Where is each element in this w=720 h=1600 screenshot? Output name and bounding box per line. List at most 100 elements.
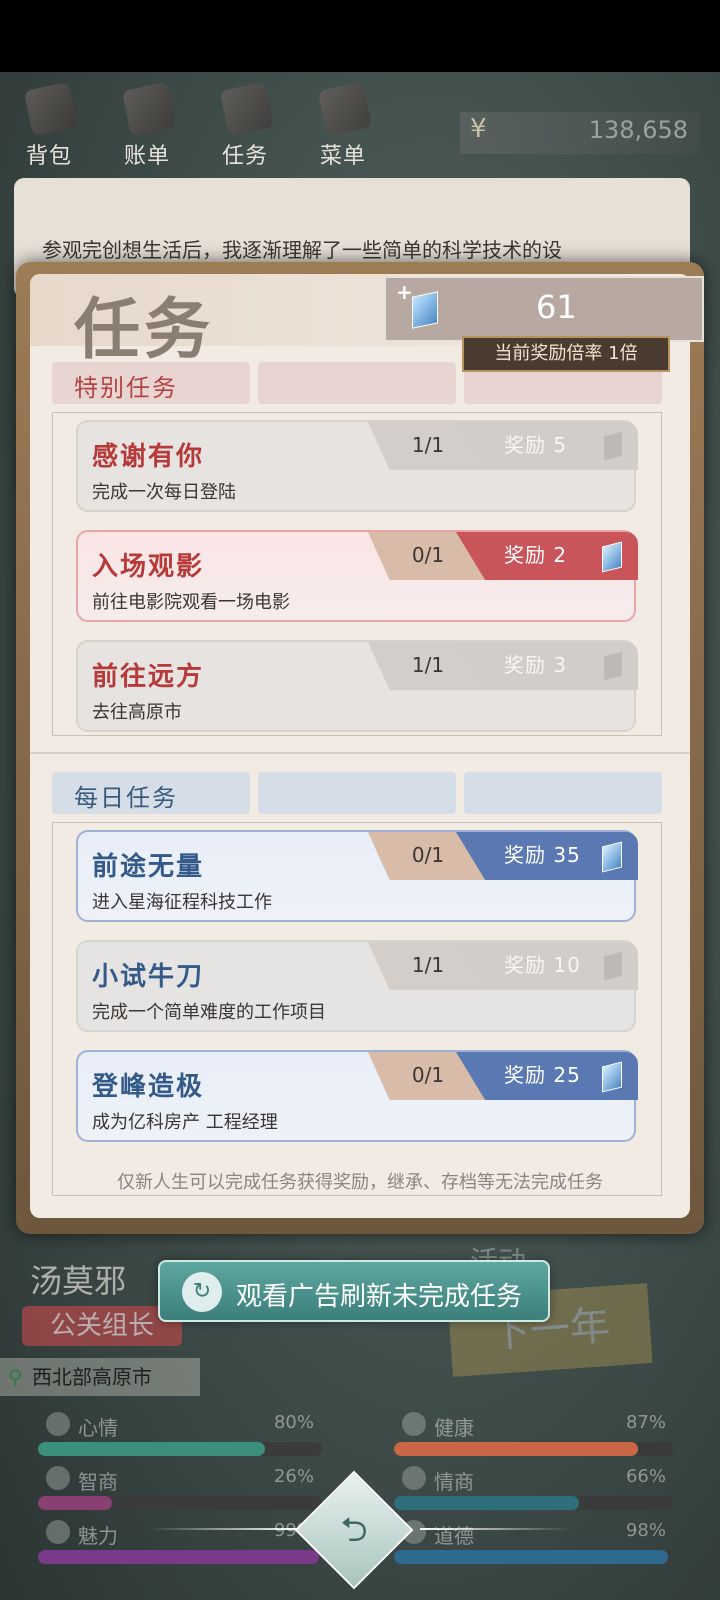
section-tab-blank xyxy=(258,772,456,814)
task-name: 前往远方 xyxy=(92,662,205,692)
reward-multiplier: 当前奖励倍率 1倍 xyxy=(462,336,670,372)
stat-bar xyxy=(394,1442,674,1456)
task-reward[interactable]: 奖励 10 xyxy=(456,942,638,990)
decor-line-left xyxy=(150,1528,300,1530)
gem-icon xyxy=(604,651,622,681)
task-reward[interactable]: 奖励 25 xyxy=(456,1052,638,1100)
task-desc: 完成一次每日登陆 xyxy=(92,482,236,503)
special-section-tab: 特别任务 xyxy=(52,362,250,404)
stat-health: 健康 87% xyxy=(394,1412,674,1460)
money-display: ¥ 138,658 xyxy=(460,112,700,154)
bill-icon xyxy=(121,81,177,137)
nav-backpack[interactable]: 背包 xyxy=(14,78,84,178)
stat-bar xyxy=(394,1550,674,1564)
game-screen: 背包 账单 任务 菜单 ¥ 138,658 参观完创想生活后，我逐渐理解了一些简… xyxy=(0,0,720,1600)
modal-title: 任务 xyxy=(74,291,214,368)
status-bar xyxy=(0,0,720,72)
gem-counter: + 61 xyxy=(384,276,704,342)
section-tab-blank xyxy=(258,362,456,404)
section-divider xyxy=(30,752,690,754)
stat-bar xyxy=(38,1442,322,1456)
task-name: 感谢有你 xyxy=(92,442,205,472)
yen-icon: ¥ xyxy=(470,114,487,144)
location-pin-icon: ⚲ xyxy=(8,1365,23,1389)
task-card-daily-1[interactable]: 前途无量 进入星海征程科技工作 0/1 奖励 35 xyxy=(76,830,638,922)
reward-label: 奖励 10 xyxy=(504,953,581,977)
special-section-label: 特别任务 xyxy=(74,374,178,402)
task-name: 登峰造极 xyxy=(92,1072,205,1102)
ad-button-label: 观看广告刷新未完成任务 xyxy=(236,1282,523,1312)
menu-icon xyxy=(317,81,373,137)
stat-name: 道德 xyxy=(434,1524,474,1548)
character-location: ⚲ 西北部高原市 xyxy=(0,1358,200,1396)
task-reward[interactable]: 奖励 35 xyxy=(456,832,638,880)
task-card-special-2[interactable]: 入场观影 前往电影院观看一场电影 0/1 奖励 2 xyxy=(76,530,638,622)
charm-icon xyxy=(46,1520,70,1544)
nav-menu[interactable]: 菜单 xyxy=(308,78,378,178)
stat-value: 26% xyxy=(273,1466,314,1487)
task-name: 小试牛刀 xyxy=(92,962,205,992)
footer-note: 仅新人生可以完成任务获得奖励，继承、存档等无法完成任务 xyxy=(117,1172,603,1193)
reward-label: 奖励 5 xyxy=(504,433,568,457)
task-name: 前途无量 xyxy=(92,852,205,882)
task-desc: 完成一个简单难度的工作项目 xyxy=(92,1002,326,1023)
reward-label: 奖励 25 xyxy=(504,1063,581,1087)
task-card-special-1[interactable]: 感谢有你 完成一次每日登陆 1/1 奖励 5 xyxy=(76,420,638,512)
nav-bill[interactable]: 账单 xyxy=(112,78,182,178)
backpack-icon xyxy=(23,81,79,137)
nav-task[interactable]: 任务 xyxy=(210,78,280,178)
nav-label: 账单 xyxy=(123,144,170,169)
task-card-special-3[interactable]: 前往远方 去往高原市 1/1 奖励 3 xyxy=(76,640,638,732)
stat-mood: 心情 80% xyxy=(38,1412,322,1460)
stat-bar xyxy=(38,1550,322,1564)
stat-fill xyxy=(38,1550,320,1564)
daily-section-tab: 每日任务 xyxy=(52,772,250,814)
reward-label: 奖励 35 xyxy=(504,843,581,867)
stat-value: 80% xyxy=(273,1412,314,1433)
reward-label: 奖励 3 xyxy=(504,653,568,677)
task-desc: 去往高原市 xyxy=(92,702,182,723)
task-card-daily-2[interactable]: 小试牛刀 完成一个简单难度的工作项目 1/1 奖励 10 xyxy=(76,940,638,1032)
task-icon xyxy=(219,81,275,137)
stat-value: 87% xyxy=(625,1412,666,1433)
task-reward[interactable]: 奖励 2 xyxy=(456,532,638,580)
task-desc: 成为亿科房产 工程经理 xyxy=(92,1112,278,1133)
mood-icon xyxy=(46,1412,70,1436)
money-amount: 138,658 xyxy=(588,116,688,144)
stat-bar xyxy=(394,1496,674,1510)
gem-icon xyxy=(602,1061,622,1093)
stat-eq: 情商 66% xyxy=(394,1466,674,1514)
character-name: 汤莫邪 xyxy=(30,1262,127,1300)
story-text: 参观完创想生活后，我逐渐理解了一些简单的科学技术的设 xyxy=(42,238,562,262)
stat-value: 98% xyxy=(625,1520,666,1541)
nav-label: 菜单 xyxy=(319,144,366,169)
stat-fill xyxy=(394,1550,669,1564)
task-desc: 进入星海征程科技工作 xyxy=(92,892,272,913)
back-arrow-icon: ⮌ xyxy=(340,1510,368,1550)
gem-icon xyxy=(604,431,622,461)
stat-name: 魅力 xyxy=(78,1524,118,1548)
reward-label: 奖励 2 xyxy=(504,543,568,567)
stat-iq: 智商 26% xyxy=(38,1466,322,1514)
task-name: 入场观影 xyxy=(92,552,205,582)
stat-name: 情商 xyxy=(434,1470,474,1494)
watch-ad-refresh-button[interactable]: ↻ 观看广告刷新未完成任务 xyxy=(158,1260,550,1322)
task-desc: 前往电影院观看一场电影 xyxy=(92,592,290,613)
section-tab-blank xyxy=(464,772,662,814)
task-reward[interactable]: 奖励 5 xyxy=(456,422,638,470)
eq-icon xyxy=(402,1466,426,1490)
gem-add-icon[interactable]: + xyxy=(396,280,413,304)
gem-icon xyxy=(604,951,622,981)
task-modal: 任务 特别任务 感谢有你 完成一次每日登陆 1/1 奖励 5 入场观影 前往电影… xyxy=(30,274,690,1218)
task-card-daily-3[interactable]: 登峰造极 成为亿科房产 工程经理 0/1 奖励 25 xyxy=(76,1050,638,1142)
nav-label: 背包 xyxy=(25,144,72,169)
replay-icon: ↻ xyxy=(182,1272,222,1312)
iq-icon xyxy=(46,1466,70,1490)
stat-fill xyxy=(38,1442,266,1456)
task-reward[interactable]: 奖励 3 xyxy=(456,642,638,690)
stat-fill xyxy=(394,1442,638,1456)
stat-value: 66% xyxy=(625,1466,666,1487)
stat-name: 健康 xyxy=(434,1416,474,1440)
stat-bar xyxy=(38,1496,322,1510)
gem-icon xyxy=(602,541,622,573)
